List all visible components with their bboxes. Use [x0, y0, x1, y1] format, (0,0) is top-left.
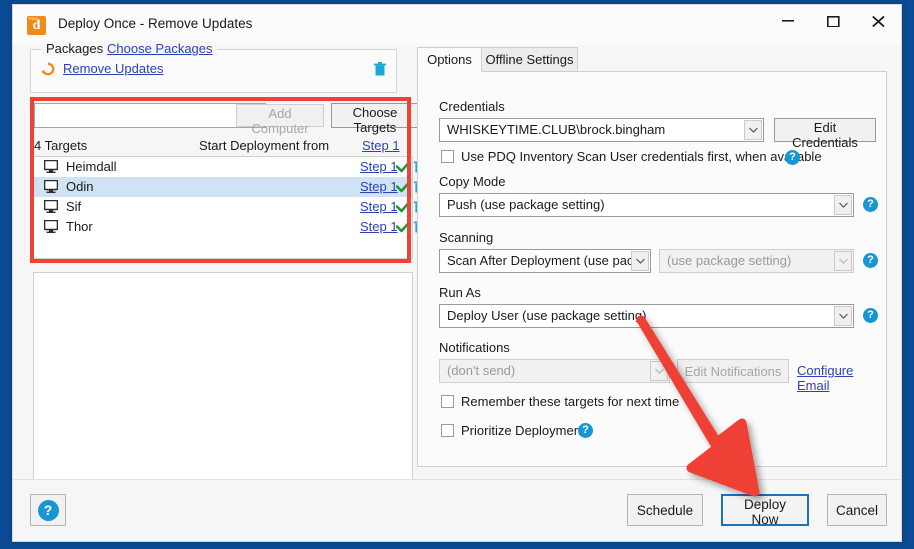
prioritize-deployment-label: Prioritize Deployment [461, 423, 585, 438]
help-icon: ? [37, 499, 59, 521]
copy-mode-help-icon[interactable]: ? [863, 197, 878, 212]
targets-detail-panel [33, 272, 413, 482]
notifications-label: Notifications [439, 340, 510, 355]
target-name: Odin [66, 179, 94, 194]
start-deployment-from-label: Start Deployment from [199, 138, 330, 153]
chevron-down-icon[interactable] [744, 120, 762, 140]
targets-list[interactable]: Heimdall Step 1 Odin Step 1 Sif Step 1 Thor Ste… [33, 156, 425, 259]
chevron-down-icon[interactable] [834, 306, 852, 326]
notifications-combo: (don't send) [439, 359, 670, 383]
target-row[interactable]: Heimdall Step 1 [34, 157, 425, 177]
prioritize-deployment-checkbox[interactable] [441, 424, 454, 437]
check-icon [396, 220, 411, 233]
credentials-label: Credentials [439, 99, 505, 114]
packages-group-label: Packages [42, 41, 108, 56]
tab-options-label: Options [427, 52, 472, 67]
check-icon [396, 160, 411, 173]
scanning-secondary-value: (use package setting) [667, 253, 792, 268]
scanning-help-icon[interactable]: ? [863, 253, 878, 268]
target-name: Sif [66, 199, 82, 214]
add-computer-button[interactable]: Add Computer [236, 104, 324, 136]
minimize-icon [782, 20, 794, 22]
add-computer-row: Add Computer Choose Targets [34, 103, 419, 136]
configure-email-link[interactable]: Configure Email [797, 363, 886, 393]
remember-targets-label: Remember these targets for next time [461, 394, 680, 409]
target-step-link[interactable]: Step 1 [360, 159, 398, 174]
target-step-link[interactable]: Step 1 [360, 199, 398, 214]
edit-credentials-button[interactable]: Edit Credentials [774, 118, 876, 150]
check-icon [396, 200, 411, 213]
dialog-footer: ? Schedule Deploy Now Cancel [13, 479, 901, 541]
run-as-combo[interactable]: Deploy User (use package setting) [439, 304, 854, 328]
cancel-button[interactable]: Cancel [827, 494, 887, 526]
run-as-label: Run As [439, 285, 481, 300]
copy-mode-combo[interactable]: Push (use package setting) [439, 193, 854, 217]
tab-offline-settings-label: Offline Settings [485, 52, 574, 67]
maximize-icon [827, 16, 840, 27]
package-name-link[interactable]: Remove Updates [63, 61, 163, 76]
computer-icon [44, 220, 58, 233]
use-scan-user-checkbox[interactable] [441, 150, 454, 163]
options-pane: Options Offline Settings Credentials WHI… [417, 47, 887, 477]
pdq-deploy-icon: PDQ d [27, 16, 46, 35]
update-package-icon [41, 62, 55, 76]
start-deployment-from-step-link[interactable]: Step 1 [362, 138, 400, 153]
prioritize-help-icon[interactable]: ? [578, 423, 593, 438]
edit-notifications-button: Edit Notifications [677, 359, 789, 383]
copy-mode-label: Copy Mode [439, 174, 506, 189]
check-icon [396, 180, 411, 193]
tab-offline-settings[interactable]: Offline Settings [481, 47, 578, 72]
maximize-button[interactable] [811, 5, 856, 35]
chevron-down-icon [650, 361, 668, 381]
trash-icon[interactable] [374, 62, 386, 76]
deploy-now-button[interactable]: Deploy Now [721, 494, 809, 527]
scanning-combo[interactable]: Scan After Deployment (use pac... [439, 249, 651, 273]
computer-icon [44, 200, 58, 213]
close-button[interactable] [856, 5, 901, 35]
scanning-label: Scanning [439, 230, 494, 245]
chevron-down-icon [834, 251, 852, 271]
targets-count-label: 4 Targets [34, 138, 88, 153]
target-row[interactable]: Thor Step 1 [34, 217, 425, 237]
window-title: Deploy Once - Remove Updates [58, 16, 253, 31]
run-as-help-icon[interactable]: ? [863, 308, 878, 323]
packages-group: Packages Choose Packages Remove Updates [30, 41, 397, 93]
title-bar: PDQ d Deploy Once - Remove Updates [13, 5, 901, 45]
target-name: Thor [66, 219, 93, 234]
options-tab-panel: Credentials WHISKEYTIME.CLUB\brock.bingh… [417, 71, 887, 467]
close-icon [872, 16, 885, 27]
chevron-down-icon[interactable] [834, 195, 852, 215]
schedule-button[interactable]: Schedule [627, 494, 703, 526]
notifications-value: (don't send) [447, 363, 516, 378]
use-scan-user-label: Use PDQ Inventory Scan User credentials … [461, 149, 822, 164]
targets-pane: Packages Choose Packages Remove Updates … [30, 41, 425, 482]
computer-icon [44, 180, 58, 193]
scanning-secondary-combo: (use package setting) [659, 249, 854, 273]
remember-targets-checkbox[interactable] [441, 395, 454, 408]
help-button[interactable]: ? [30, 494, 66, 526]
package-row: Remove Updates [31, 58, 396, 82]
copy-mode-value: Push (use package setting) [447, 197, 605, 212]
target-row[interactable]: Odin Step 1 [34, 177, 425, 197]
minimize-button[interactable] [766, 5, 811, 35]
chevron-down-icon[interactable] [631, 251, 649, 271]
deploy-once-window: PDQ d Deploy Once - Remove Updates Packa… [12, 4, 902, 542]
add-computer-input[interactable] [34, 103, 266, 128]
scanning-value: Scan After Deployment (use pac... [447, 253, 633, 268]
run-as-value: Deploy User (use package setting) [447, 308, 647, 323]
computer-icon [44, 160, 58, 173]
choose-packages-link[interactable]: Choose Packages [103, 41, 217, 56]
credentials-value: WHISKEYTIME.CLUB\brock.bingham [447, 122, 666, 137]
target-step-link[interactable]: Step 1 [360, 219, 398, 234]
targets-header: 4 Targets Start Deployment from Step 1 [32, 136, 412, 156]
credentials-combo[interactable]: WHISKEYTIME.CLUB\brock.bingham [439, 118, 764, 142]
target-row[interactable]: Sif Step 1 [34, 197, 425, 217]
tab-options[interactable]: Options [417, 47, 482, 72]
target-step-link[interactable]: Step 1 [360, 179, 398, 194]
choose-targets-button[interactable]: Choose Targets [331, 103, 419, 135]
target-name: Heimdall [66, 159, 117, 174]
credentials-help-icon[interactable]: ? [785, 150, 800, 165]
